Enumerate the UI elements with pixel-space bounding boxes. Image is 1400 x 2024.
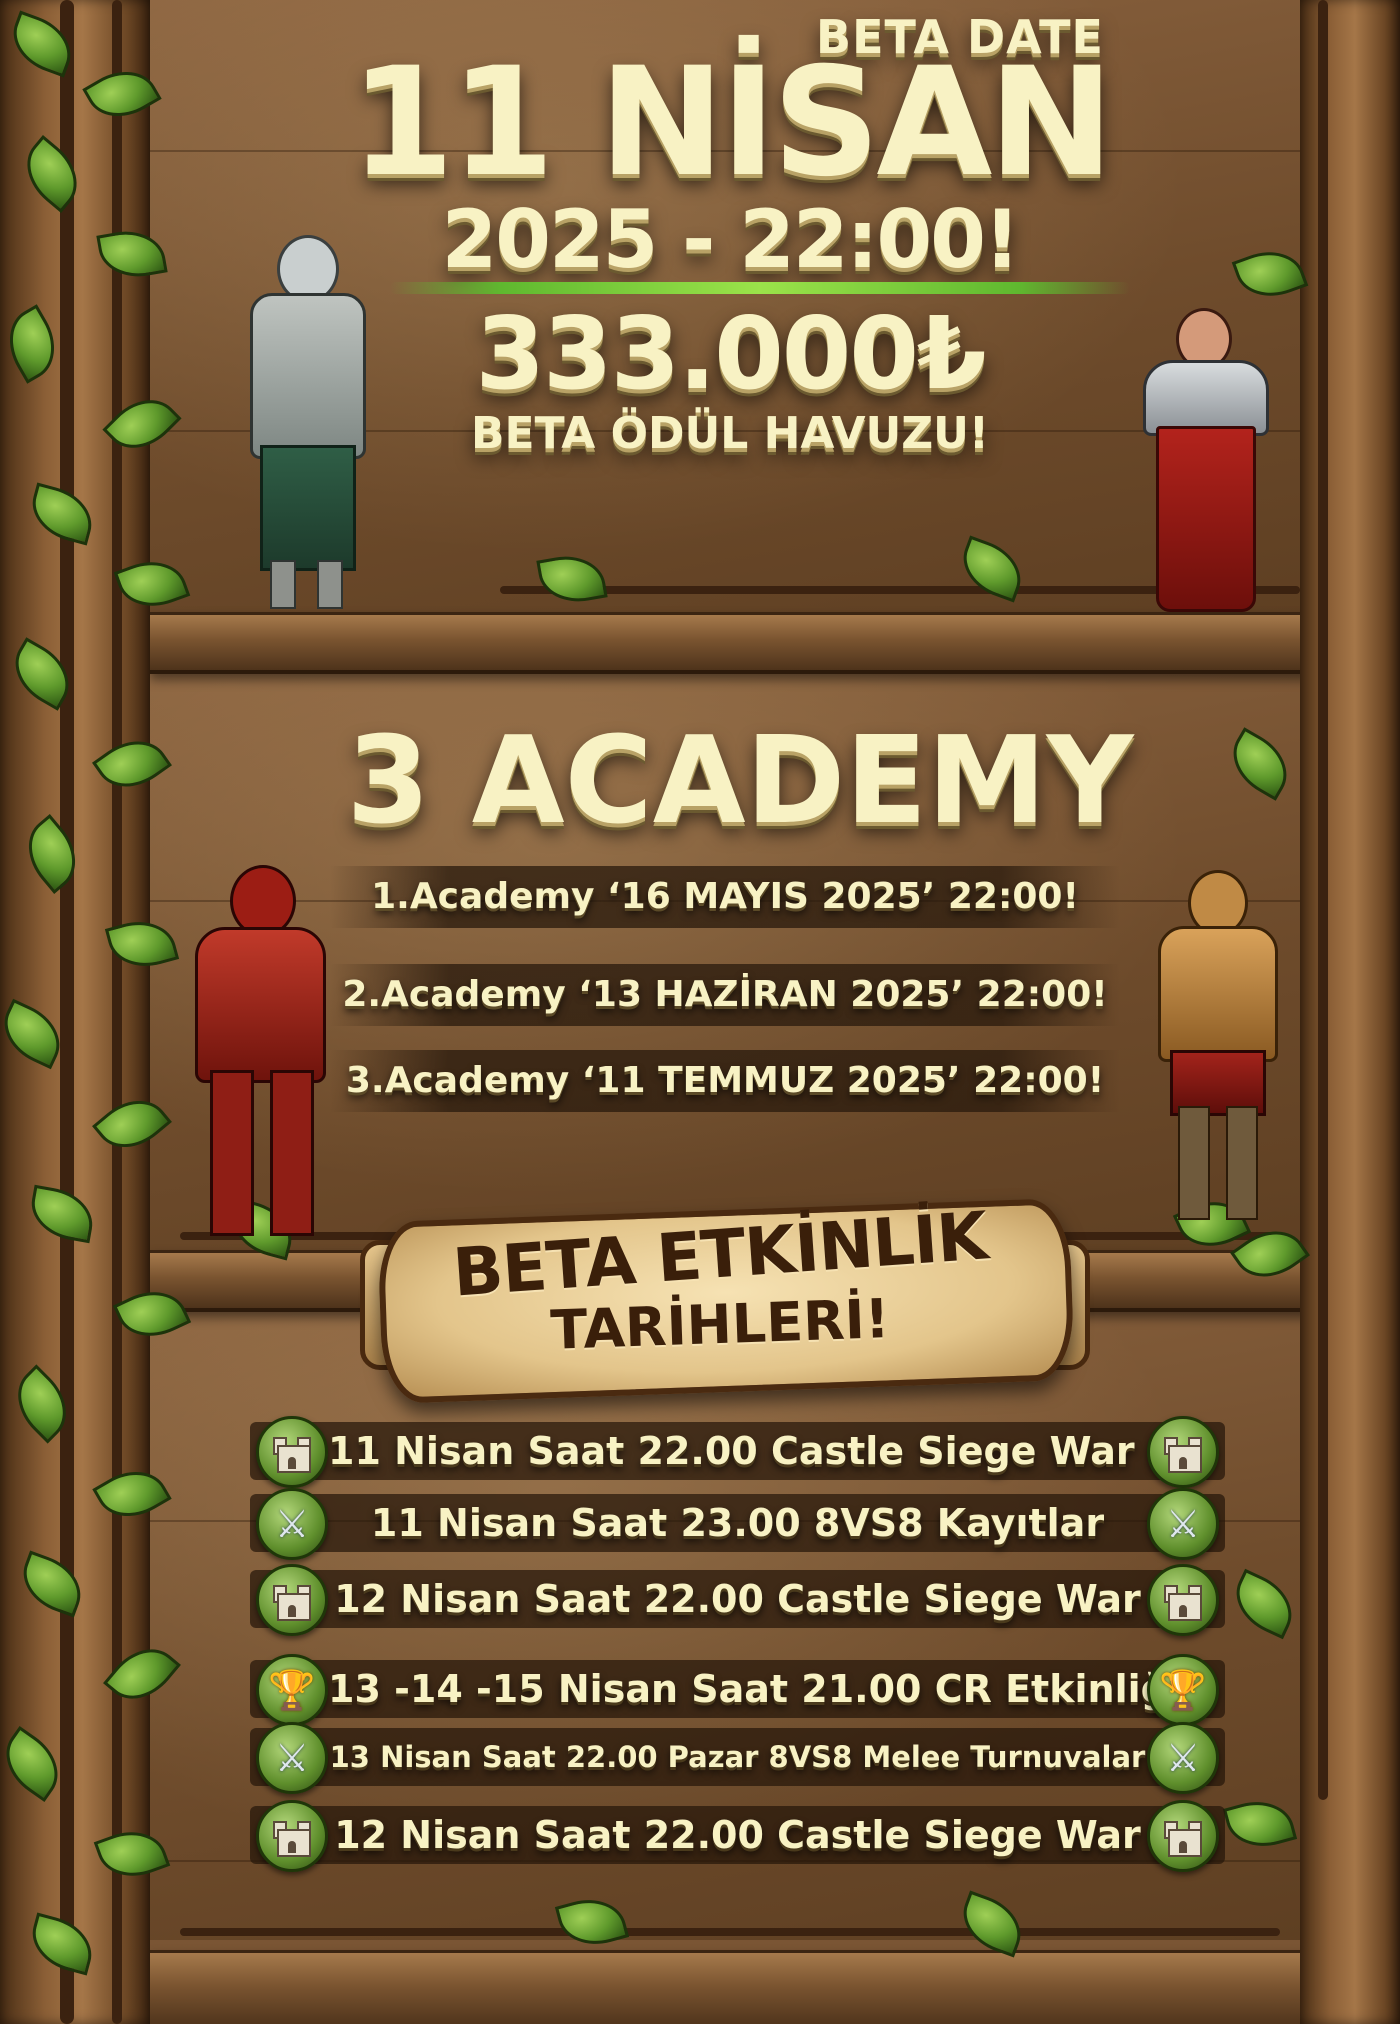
wood-beam — [150, 612, 1330, 674]
prize-pool-label: BETA ÖDÜL HAVUZU! — [471, 408, 989, 459]
wood-post-right — [1300, 0, 1400, 2024]
academy-row-3: 3.Academy ‘11 TEMMUZ 2025’ 22:00! — [330, 1050, 1120, 1112]
beta-date-headline: 11 NİSAN — [350, 36, 1114, 210]
crossed-swords-icon: ⚔ — [1147, 1722, 1219, 1794]
event-row: 11 Nisan Saat 22.00 Castle Siege War ! — [250, 1416, 1225, 1488]
trophy-icon: 🏆 — [1147, 1654, 1219, 1726]
event-row: ⚔ 13 Nisan Saat 22.00 Pazar 8VS8 Melee T… — [250, 1722, 1225, 1794]
crossed-swords-icon: ⚔ — [256, 1722, 328, 1794]
poster: BETA DATE 11 NİSAN 2025 - 22:00! 333.000… — [0, 0, 1400, 2024]
castle-icon — [256, 1564, 328, 1636]
beta-year-time: 2025 - 22:00! — [441, 193, 1021, 286]
academy-row-1: 1.Academy ‘16 MAYIS 2025’ 22:00! — [330, 866, 1120, 928]
trophy-icon: 🏆 — [256, 1654, 328, 1726]
event-label: 11 Nisan Saat 22.00 Castle Siege War ! — [328, 1429, 1166, 1473]
event-label: 12 Nisan Saat 22.00 Castle Siege War — [334, 1813, 1141, 1857]
warrior-figure-crimson — [175, 865, 340, 1236]
castle-icon — [1147, 1800, 1219, 1872]
event-label: 13 -14 -15 Nisan Saat 21.00 CR Etkinliği — [328, 1667, 1181, 1711]
divider-bar — [390, 282, 1130, 294]
vine-stem — [112, 0, 122, 2024]
castle-icon — [256, 1800, 328, 1872]
event-label: 13 Nisan Saat 22.00 Pazar 8VS8 Melee Tur… — [329, 1740, 1146, 1774]
castle-icon — [1147, 1416, 1219, 1488]
vine-stem — [180, 1928, 1280, 1936]
castle-icon — [256, 1416, 328, 1488]
academy-row-2: 2.Academy ‘13 HAZİRAN 2025’ 22:00! — [330, 964, 1120, 1026]
crossed-swords-icon: ⚔ — [256, 1488, 328, 1560]
wood-beam — [150, 1950, 1330, 2024]
academy-title: 3 ACADEMY — [346, 712, 1134, 851]
event-label: 11 Nisan Saat 23.00 8VS8 Kayıtlar — [370, 1501, 1105, 1545]
event-row: 12 Nisan Saat 22.00 Castle Siege War — [250, 1564, 1225, 1636]
prize-amount: 333.000₺ — [475, 295, 986, 412]
event-row: 🏆 13 -14 -15 Nisan Saat 21.00 CR Etkinli… — [250, 1654, 1225, 1726]
vine-stem — [60, 0, 74, 2024]
event-label: 12 Nisan Saat 22.00 Castle Siege War — [334, 1577, 1141, 1621]
event-row: 12 Nisan Saat 22.00 Castle Siege War — [250, 1800, 1225, 1872]
crossed-swords-icon: ⚔ — [1147, 1488, 1219, 1560]
castle-icon — [1147, 1564, 1219, 1636]
event-row: ⚔ 11 Nisan Saat 23.00 8VS8 Kayıtlar ⚔ — [250, 1488, 1225, 1560]
vine-stem — [1318, 0, 1328, 1800]
warrior-figure-bronze — [1140, 870, 1290, 1220]
